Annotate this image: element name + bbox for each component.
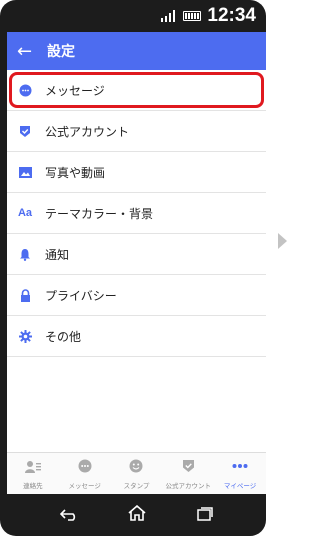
back-arrow-icon[interactable]: ←: [17, 41, 43, 62]
gear-icon: [18, 329, 32, 343]
settings-item-label: その他: [45, 329, 82, 344]
battery-icon: [183, 11, 202, 21]
image-icon: [18, 165, 32, 179]
bell-icon: [18, 247, 32, 261]
nav-recent-apps-icon[interactable]: [197, 506, 213, 525]
signal-icon: [161, 10, 176, 22]
tab-label: スタンプ: [123, 481, 150, 490]
settings-item-label: プライバシー: [45, 288, 117, 303]
tab-messages[interactable]: メッセージ: [59, 453, 111, 494]
lock-icon: [18, 288, 32, 302]
shield-check-icon: [18, 124, 32, 138]
tab-my-page[interactable]: マイページ: [214, 453, 266, 494]
settings-screen: ← 設定 メッセージ 公式アカウント 写真や動画 Aa テーマカラー・背景 通知…: [7, 32, 266, 494]
settings-item-label: 写真や動画: [45, 165, 106, 180]
text-aa-icon: Aa: [17, 207, 33, 219]
more-dots-icon: [232, 458, 248, 477]
contacts-icon: [24, 458, 41, 477]
status-bar: 12:34: [7, 0, 266, 32]
app-bar: ← 設定: [7, 32, 266, 70]
tab-label: 連絡先: [23, 481, 43, 490]
settings-item-notifications[interactable]: 通知: [7, 234, 266, 275]
chat-bubble-icon: [18, 83, 32, 97]
settings-item-photos-videos[interactable]: 写真や動画: [7, 152, 266, 193]
tab-label: 公式アカウント: [165, 481, 212, 490]
bottom-tab-bar: 連絡先 メッセージ スタンプ 公式アカウント マイページ: [7, 452, 266, 494]
settings-item-label: メッセージ: [45, 83, 105, 98]
android-nav-bar: [7, 494, 266, 536]
next-arrow-icon: [278, 233, 287, 249]
settings-item-label: 公式アカウント: [45, 124, 130, 139]
official-account-icon: [182, 458, 195, 477]
settings-item-other[interactable]: その他: [7, 316, 266, 357]
sticker-icon: [129, 458, 143, 477]
message-icon: [78, 458, 92, 477]
settings-item-label: テーマカラー・背景: [45, 206, 154, 221]
tab-official-accounts[interactable]: 公式アカウント: [162, 453, 214, 494]
tab-label: マイページ: [223, 481, 257, 490]
settings-item-label: 通知: [45, 247, 70, 262]
tab-label: メッセージ: [68, 481, 101, 490]
status-time: 12:34: [207, 5, 256, 26]
settings-list: メッセージ 公式アカウント 写真や動画 Aa テーマカラー・背景 通知 プライバ…: [7, 70, 266, 357]
settings-item-theme[interactable]: Aa テーマカラー・背景: [7, 193, 266, 234]
tab-contacts[interactable]: 連絡先: [7, 453, 59, 494]
phone-frame: 12:34 ← 設定 メッセージ 公式アカウント 写真や動画 Aa テーマカラー…: [0, 0, 266, 536]
settings-item-privacy[interactable]: プライバシー: [7, 275, 266, 316]
tab-stickers[interactable]: スタンプ: [111, 453, 163, 494]
settings-item-message[interactable]: メッセージ: [7, 70, 266, 111]
page-title: 設定: [47, 44, 75, 60]
nav-back-icon[interactable]: [60, 506, 78, 525]
nav-home-icon[interactable]: [128, 504, 147, 525]
settings-item-official-account[interactable]: 公式アカウント: [7, 111, 266, 152]
